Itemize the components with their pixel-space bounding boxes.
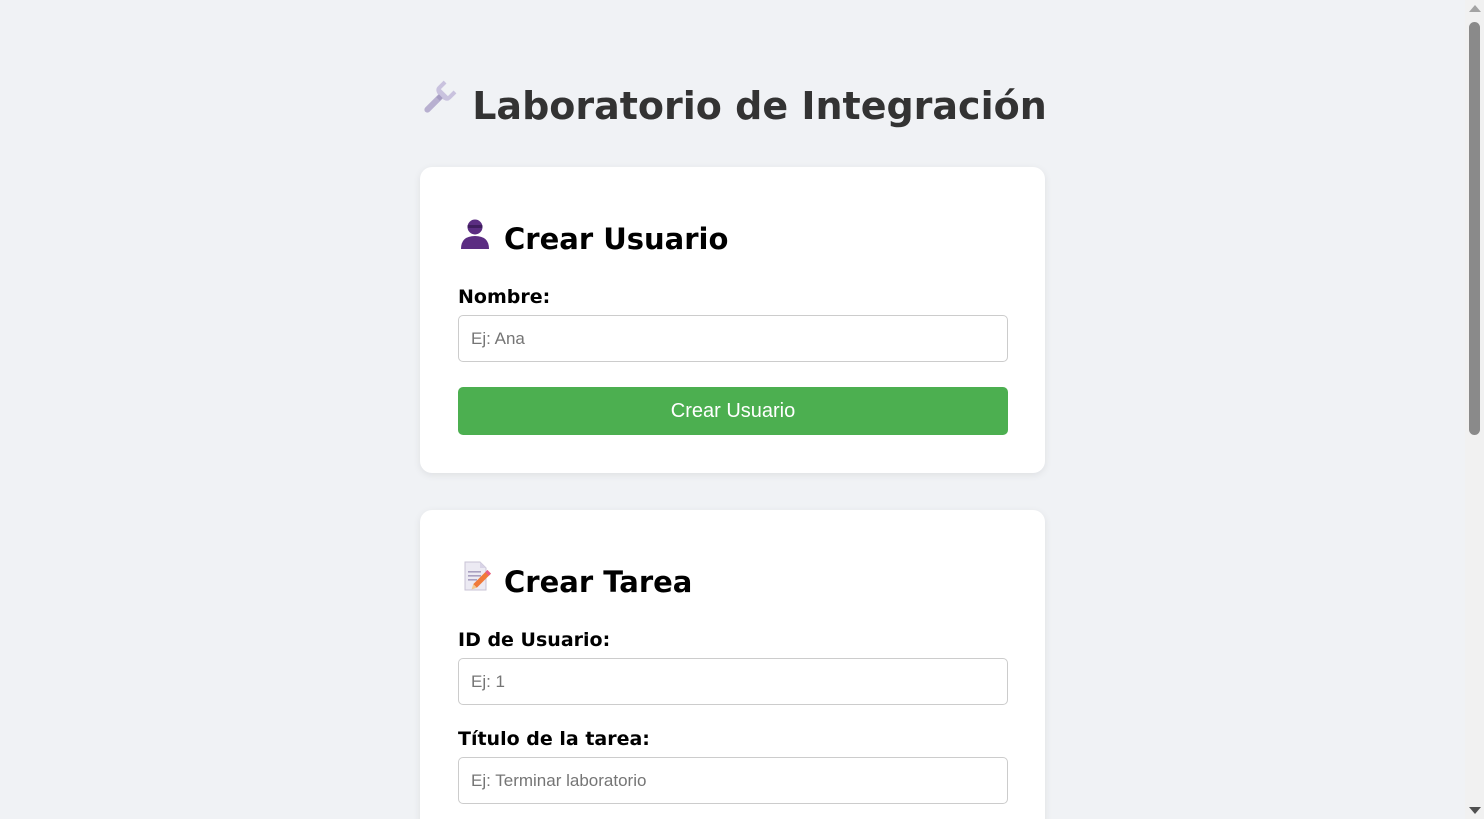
create-user-title-text: Crear Usuario (504, 222, 729, 256)
task-title-input[interactable] (458, 757, 1008, 804)
create-user-card: Crear Usuario Nombre: Crear Usuario (420, 167, 1045, 473)
wrench-icon (418, 79, 458, 132)
user-id-input[interactable] (458, 658, 1008, 705)
scrollbar-thumb[interactable] (1469, 22, 1480, 435)
create-task-card: Crear Tarea ID de Usuario: Título de la … (420, 510, 1045, 819)
name-input[interactable] (458, 315, 1008, 362)
user-bust-icon (458, 216, 492, 260)
create-task-title-text: Crear Tarea (504, 565, 693, 599)
create-user-button[interactable]: Crear Usuario (458, 387, 1008, 435)
page-content: Laboratorio de Integración Crear Usuario… (0, 0, 1465, 819)
name-label: Nombre: (458, 286, 551, 308)
scroll-up-arrow-icon[interactable] (1469, 5, 1481, 12)
vertical-scrollbar[interactable] (1465, 0, 1484, 819)
page-title: Laboratorio de Integración (0, 80, 1465, 132)
create-user-title: Crear Usuario (458, 219, 728, 260)
task-title-label: Título de la tarea: (458, 728, 650, 750)
scroll-down-arrow-icon[interactable] (1469, 807, 1481, 814)
memo-pencil-icon (458, 559, 492, 603)
create-task-title: Crear Tarea (458, 559, 693, 603)
page-title-text: Laboratorio de Integración (472, 84, 1047, 128)
app-viewport: Laboratorio de Integración Crear Usuario… (0, 0, 1484, 819)
user-id-label: ID de Usuario: (458, 629, 611, 651)
